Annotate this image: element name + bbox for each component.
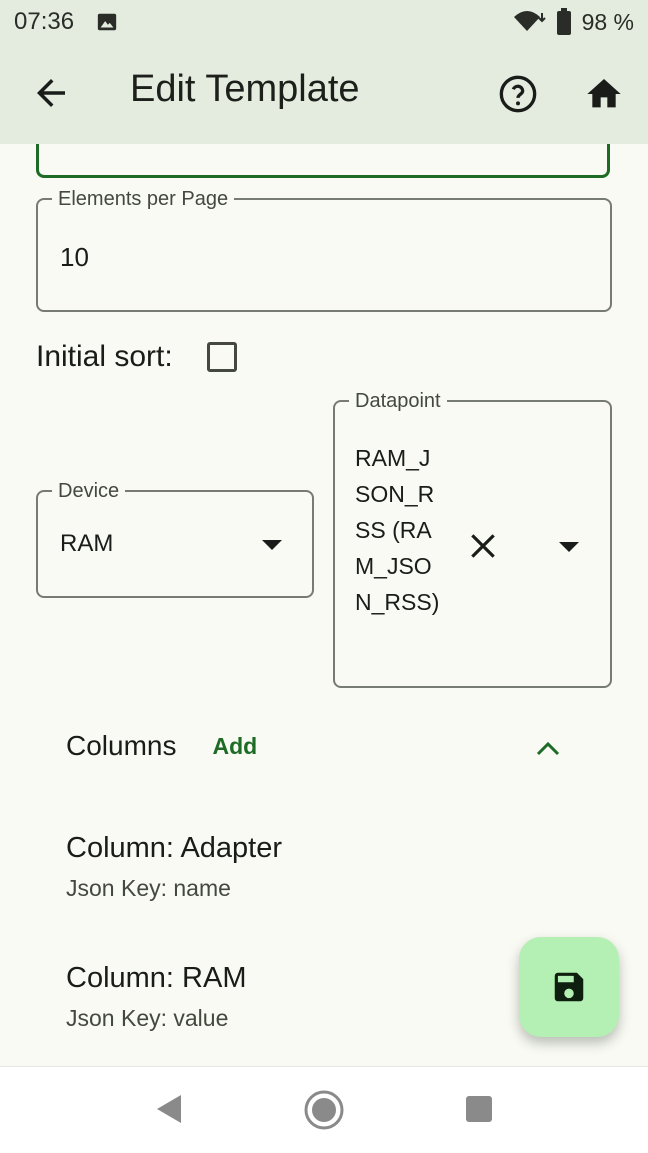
columns-title: Columns: [66, 730, 177, 761]
nav-back-icon[interactable]: [155, 1093, 183, 1125]
page-title: Edit Template: [130, 68, 360, 110]
device-value: RAM: [60, 530, 114, 557]
nav-recents-icon[interactable]: [465, 1095, 493, 1123]
status-right: 98 %: [512, 8, 634, 36]
home-icon[interactable]: [584, 74, 624, 114]
battery-icon: [556, 8, 571, 35]
previous-text-field[interactable]: [36, 144, 610, 178]
datapoint-label: Datapoint: [349, 389, 447, 413]
column-item[interactable]: Column: RAM Json Key: value: [66, 962, 247, 1032]
datapoint-value: RAM_JSON_RSS (RAM_JSON_RSS): [355, 445, 440, 615]
initial-sort-label: Initial sort:: [36, 340, 173, 373]
column-json-key: Json Key: name: [66, 875, 231, 901]
nav-home-icon[interactable]: [303, 1089, 345, 1131]
status-left: 07:36: [14, 8, 118, 36]
status-time: 07:36: [14, 8, 75, 35]
save-button[interactable]: [519, 937, 619, 1037]
dropdown-arrow-icon[interactable]: [262, 540, 282, 550]
datapoint-dropdown[interactable]: Datapoint RAM_JSON_RSS (RAM_JSON_RSS): [333, 389, 612, 688]
elements-per-page-label: Elements per Page: [52, 187, 235, 211]
image-notification-icon: [97, 13, 117, 31]
initial-sort-row: Initial sort:: [36, 340, 237, 374]
status-bar: 07:36 98 %: [0, 0, 648, 44]
app-bar: Edit Template: [0, 44, 648, 144]
save-icon: [554, 972, 584, 1002]
device-label: Device: [52, 479, 126, 503]
column-json-key: Json Key: value: [66, 1005, 229, 1031]
battery-percent: 98 %: [581, 8, 634, 35]
column-item[interactable]: Column: Adapter Json Key: name: [66, 832, 282, 902]
initial-sort-checkbox[interactable]: [206, 342, 237, 372]
wifi-icon: [513, 11, 546, 31]
elements-per-page-value: 10: [60, 242, 89, 272]
chevron-up-icon[interactable]: [535, 738, 561, 758]
clear-icon[interactable]: [467, 530, 499, 562]
back-arrow-icon[interactable]: [30, 72, 72, 114]
help-icon[interactable]: [498, 74, 538, 114]
device-dropdown[interactable]: Device RAM: [36, 479, 314, 598]
system-navigation-bar: [0, 1066, 648, 1153]
column-title: Column: RAM: [66, 962, 247, 994]
column-title: Column: Adapter: [66, 832, 283, 864]
elements-per-page-field[interactable]: Elements per Page 10: [36, 187, 612, 312]
add-column-button[interactable]: Add: [212, 733, 257, 760]
columns-header: Columns Add: [66, 730, 257, 762]
form-content[interactable]: Elements per Page 10 Initial sort: Devic…: [0, 144, 648, 1066]
dropdown-arrow-icon[interactable]: [559, 542, 579, 552]
